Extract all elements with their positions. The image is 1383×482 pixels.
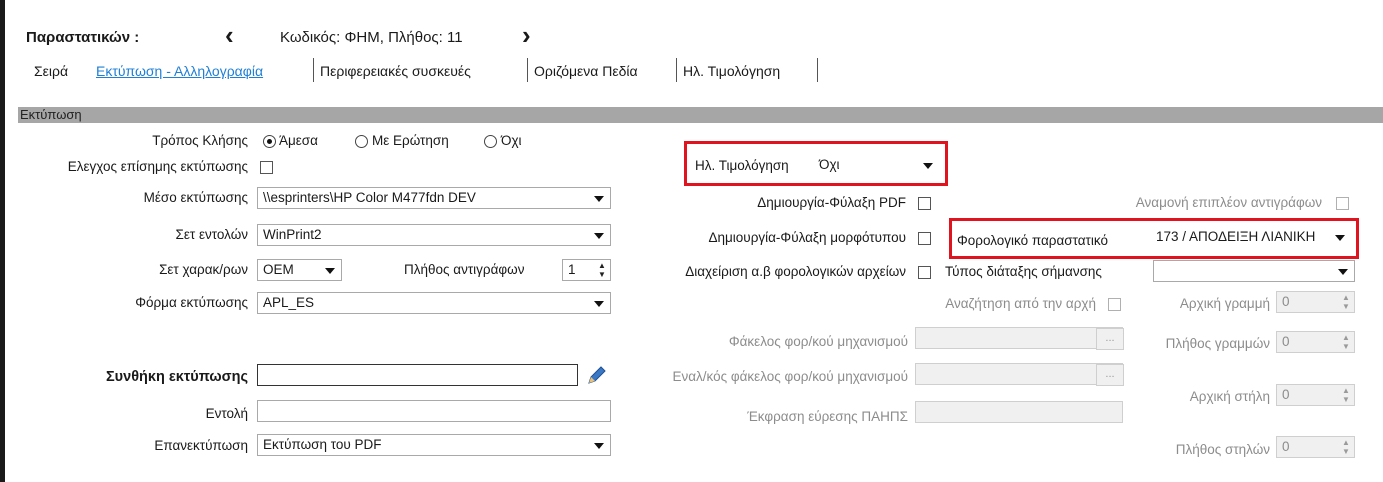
radio-ask-label: Με Ερώτηση xyxy=(372,133,449,148)
section-print-header: Εκτύπωση xyxy=(18,107,1383,123)
print-form-select[interactable]: APL_ES xyxy=(257,292,611,314)
print-condition-input[interactable] xyxy=(257,364,578,386)
tab-separator xyxy=(313,58,314,82)
tax-doc-label: Φορολογικό παραστατικό xyxy=(957,233,1108,248)
charset-select[interactable]: OEM xyxy=(257,259,342,281)
start-column-stepper[interactable]: 0 ▲ ▼ xyxy=(1276,384,1355,406)
chevron-down-icon xyxy=(594,196,604,202)
chevron-down-icon xyxy=(923,163,933,169)
pdf-save-label: Δημιουργία-Φύλαξη PDF xyxy=(757,195,906,210)
wait-copies-label: Αναμονή επιπλέον αντιγράφων xyxy=(1135,195,1322,210)
spin-arrows-icon[interactable]: ▲ ▼ xyxy=(1340,333,1352,351)
tab-separator xyxy=(676,58,677,82)
columns-count-label: Πλήθος στηλών xyxy=(1175,442,1270,457)
tab-separator xyxy=(527,58,528,82)
chevron-down-icon xyxy=(1338,269,1348,275)
next-record-icon[interactable]: › xyxy=(522,22,531,48)
command-label: Εντολή xyxy=(205,406,248,421)
expression-input[interactable] xyxy=(915,401,1123,423)
print-medium-label: Μέσο εκτύπωσης xyxy=(143,190,248,205)
chevron-down-icon xyxy=(594,233,604,239)
call-mode-label: Τρόπος Κλήσης xyxy=(152,133,248,148)
radio-ask[interactable] xyxy=(355,135,368,148)
radio-no[interactable] xyxy=(484,135,497,148)
alt-fiscal-folder-input[interactable] xyxy=(915,363,1123,385)
tax-doc-select[interactable]: 173 / ΑΠΟΔΕΙΞΗ ΛΙΑΝΙΚΗ xyxy=(1150,226,1352,248)
radio-direct-label: Άμεσα xyxy=(279,133,318,148)
prev-record-icon[interactable]: ‹ xyxy=(225,22,234,48)
spin-arrows-icon[interactable]: ▲ ▼ xyxy=(1340,386,1352,404)
charset-label: Σετ χαρακ/ρων xyxy=(159,262,248,277)
copies-label: Πλήθος αντιγράφων xyxy=(404,262,525,277)
marking-type-label: Τύπος διάταξης σήμανσης xyxy=(945,264,1102,279)
tab-series[interactable]: Σειρά xyxy=(34,63,68,79)
tab-e-invoicing[interactable]: Ηλ. Τιμολόγηση xyxy=(683,63,780,79)
fiscal-folder-input[interactable] xyxy=(915,327,1123,349)
start-line-label: Αρχική γραμμή xyxy=(1179,296,1270,311)
print-settings-window: Παραστατικών : ‹ Κωδικός: ΦΗΜ, Πλήθος: 1… xyxy=(0,0,1383,482)
tab-peripherals[interactable]: Περιφερειακές συσκευές xyxy=(320,63,471,79)
tax-files-checkbox[interactable] xyxy=(918,266,931,279)
start-line-stepper[interactable]: 0 ▲ ▼ xyxy=(1276,291,1355,313)
tab-separator xyxy=(817,58,818,82)
print-form-label: Φόρμα εκτύπωσης xyxy=(135,295,248,310)
print-medium-select[interactable]: \\esprinters\HP Color M477fdn DEV xyxy=(257,187,611,209)
start-column-label: Αρχική στήλη xyxy=(1189,389,1270,404)
record-info: Κωδικός: ΦΗΜ, Πλήθος: 11 xyxy=(280,29,463,46)
official-print-check-label: Ελεγχος επίσημης εκτύπωσης xyxy=(67,159,248,174)
alt-fiscal-folder-browse-button[interactable]: ... xyxy=(1096,364,1124,386)
command-set-label: Σετ εντολών xyxy=(175,227,248,242)
columns-count-stepper[interactable]: 0 ▲ ▼ xyxy=(1276,436,1355,458)
template-save-checkbox[interactable] xyxy=(918,232,931,245)
marking-type-select[interactable] xyxy=(1153,260,1355,282)
template-save-label: Δημιουργία-Φύλαξη μορφότυπου xyxy=(708,230,907,245)
spin-arrows-icon[interactable]: ▲ ▼ xyxy=(1340,438,1352,456)
fiscal-folder-label: Φάκελος φορ/κού μηχανισμού xyxy=(728,334,908,349)
chevron-down-icon xyxy=(1335,235,1345,241)
header-title: Παραστατικών : xyxy=(26,29,140,46)
reprint-label: Επανεκτύπωση xyxy=(154,438,248,453)
radio-direct[interactable] xyxy=(263,135,276,148)
wait-copies-checkbox[interactable] xyxy=(1336,197,1349,210)
lines-count-stepper[interactable]: 0 ▲ ▼ xyxy=(1276,331,1355,353)
reprint-select[interactable]: Εκτύπωση του PDF xyxy=(257,434,611,456)
command-input[interactable] xyxy=(257,400,611,422)
tab-custom-fields[interactable]: Οριζόμενα Πεδία xyxy=(534,63,638,79)
expression-label: Έκφραση εύρεσης ΠΑΗΠΣ xyxy=(747,409,908,424)
chevron-down-icon xyxy=(594,301,604,307)
pdf-save-checkbox[interactable] xyxy=(918,197,931,210)
einvoice-select[interactable]: Όχι xyxy=(813,154,940,176)
spin-arrows-icon[interactable]: ▲ ▼ xyxy=(1340,293,1352,311)
search-start-label: Αναζήτηση από την αρχή xyxy=(945,296,1096,311)
lines-count-label: Πλήθος γραμμών xyxy=(1165,336,1270,351)
print-condition-label: Συνθήκη εκτύπωσης xyxy=(105,369,248,385)
chevron-down-icon xyxy=(594,443,604,449)
alt-fiscal-folder-label: Εναλ/κός φάκελος φορ/κού μηχανισμού xyxy=(672,369,908,384)
tab-print-correspondence[interactable]: Εκτύπωση - Αλληλογραφία xyxy=(96,63,263,79)
radio-no-label: Όχι xyxy=(501,133,522,148)
official-print-checkbox[interactable] xyxy=(260,161,273,174)
command-set-select[interactable]: WinPrint2 xyxy=(257,224,611,246)
chevron-down-icon xyxy=(325,268,335,274)
einvoice-label: Ηλ. Τιμολόγηση xyxy=(695,158,789,173)
tax-files-label: Διαχείριση α.β φορολογικών αρχείων xyxy=(685,264,906,279)
